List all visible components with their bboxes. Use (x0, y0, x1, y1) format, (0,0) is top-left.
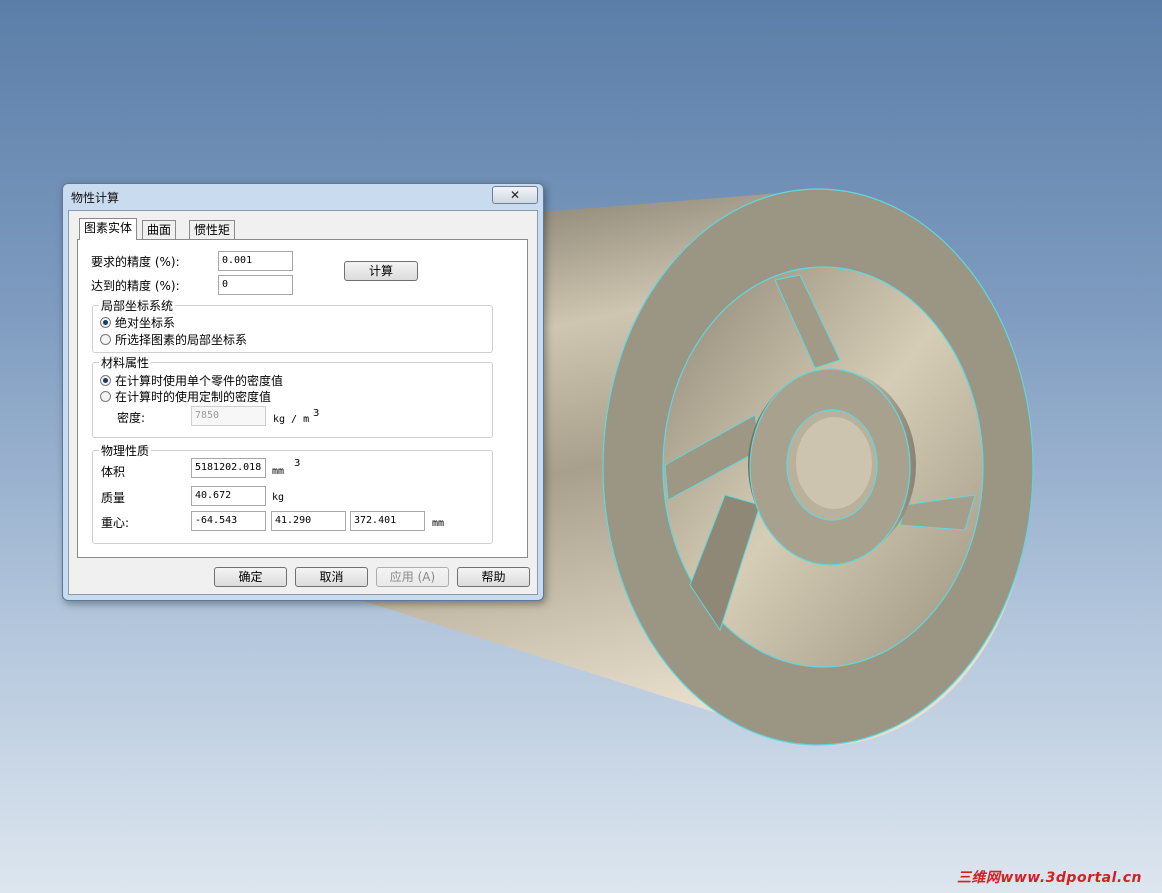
close-button[interactable]: ✕ (492, 186, 538, 204)
center-of-gravity-label: 重心: (101, 516, 130, 530)
volume-unit-exponent: 3 (294, 458, 301, 469)
tab-solid[interactable]: 图素实体 (79, 218, 138, 240)
density-unit-exponent: 3 (313, 408, 320, 419)
tab-pane-solid: 要求的精度 (%): 0.001 达到的精度 (%): 0 计算 局部坐标系统 … (77, 239, 528, 558)
required-precision-label: 要求的精度 (%): (91, 255, 180, 269)
volume-label: 体积 (101, 465, 126, 479)
required-precision-input[interactable]: 0.001 (218, 251, 293, 271)
custom-density-label[interactable]: 在计算时的使用定制的密度值 (115, 388, 271, 405)
mass-properties-dialog: 物性计算 ✕ 图素实体 曲面 惯性矩 要求的精度 (%): 0.001 达到的精… (62, 183, 544, 601)
cancel-button[interactable]: 取消 (295, 567, 368, 587)
part-density-radio[interactable] (100, 375, 111, 386)
dialog-title: 物性计算 (71, 191, 120, 205)
achieved-precision-field[interactable]: 0 (218, 275, 293, 295)
achieved-precision-label: 达到的精度 (%): (91, 279, 180, 293)
tab-inertia[interactable]: 惯性矩 (189, 220, 236, 239)
part-density-label[interactable]: 在计算时使用单个零件的密度值 (115, 372, 283, 389)
material-legend: 材料属性 (99, 354, 152, 371)
close-icon: ✕ (509, 188, 521, 202)
dialog-titlebar[interactable]: 物性计算 ✕ (63, 184, 543, 210)
density-input[interactable]: 7850 (191, 406, 266, 426)
physical-properties-legend: 物理性质 (99, 442, 152, 459)
help-button[interactable]: 帮助 (457, 567, 530, 587)
volume-field[interactable]: 5181202.018 (191, 458, 266, 478)
center-x-field[interactable]: -64.543 (191, 511, 266, 531)
coordinate-system-group: 局部坐标系统 绝对坐标系 所选择图素的局部坐标系 (92, 297, 493, 353)
physical-properties-group: 物理性质 体积 5181202.018 mm 3 质量 40.672 kg 重心… (92, 442, 493, 544)
center-y-field[interactable]: 41.290 (271, 511, 346, 531)
mass-label: 质量 (101, 491, 126, 505)
custom-density-radio[interactable] (100, 391, 111, 402)
dialog-client-area: 图素实体 曲面 惯性矩 要求的精度 (%): 0.001 达到的精度 (%): … (68, 210, 538, 595)
ok-button[interactable]: 确定 (214, 567, 287, 587)
mass-unit: kg (272, 492, 285, 503)
local-coordinate-radio[interactable] (100, 334, 111, 345)
center-z-field[interactable]: 372.401 (350, 511, 425, 531)
center-unit: mm (432, 518, 445, 529)
apply-button[interactable]: 应用 (A) (376, 567, 449, 587)
coordinate-system-legend: 局部坐标系统 (99, 297, 176, 314)
volume-unit: mm (272, 466, 285, 477)
density-unit: kg / m (273, 414, 310, 425)
material-group: 材料属性 在计算时使用单个零件的密度值 在计算时的使用定制的密度值 密度: 78… (92, 354, 493, 438)
local-coordinate-label[interactable]: 所选择图素的局部坐标系 (115, 331, 247, 348)
absolute-coordinate-radio[interactable] (100, 317, 111, 328)
watermark: 三维网www.3dportal.cn (956, 870, 1142, 886)
mass-field[interactable]: 40.672 (191, 486, 266, 506)
absolute-coordinate-label[interactable]: 绝对坐标系 (115, 314, 175, 331)
density-label: 密度: (117, 411, 146, 425)
calculate-button[interactable]: 计算 (344, 261, 418, 281)
tab-surface[interactable]: 曲面 (142, 220, 177, 239)
